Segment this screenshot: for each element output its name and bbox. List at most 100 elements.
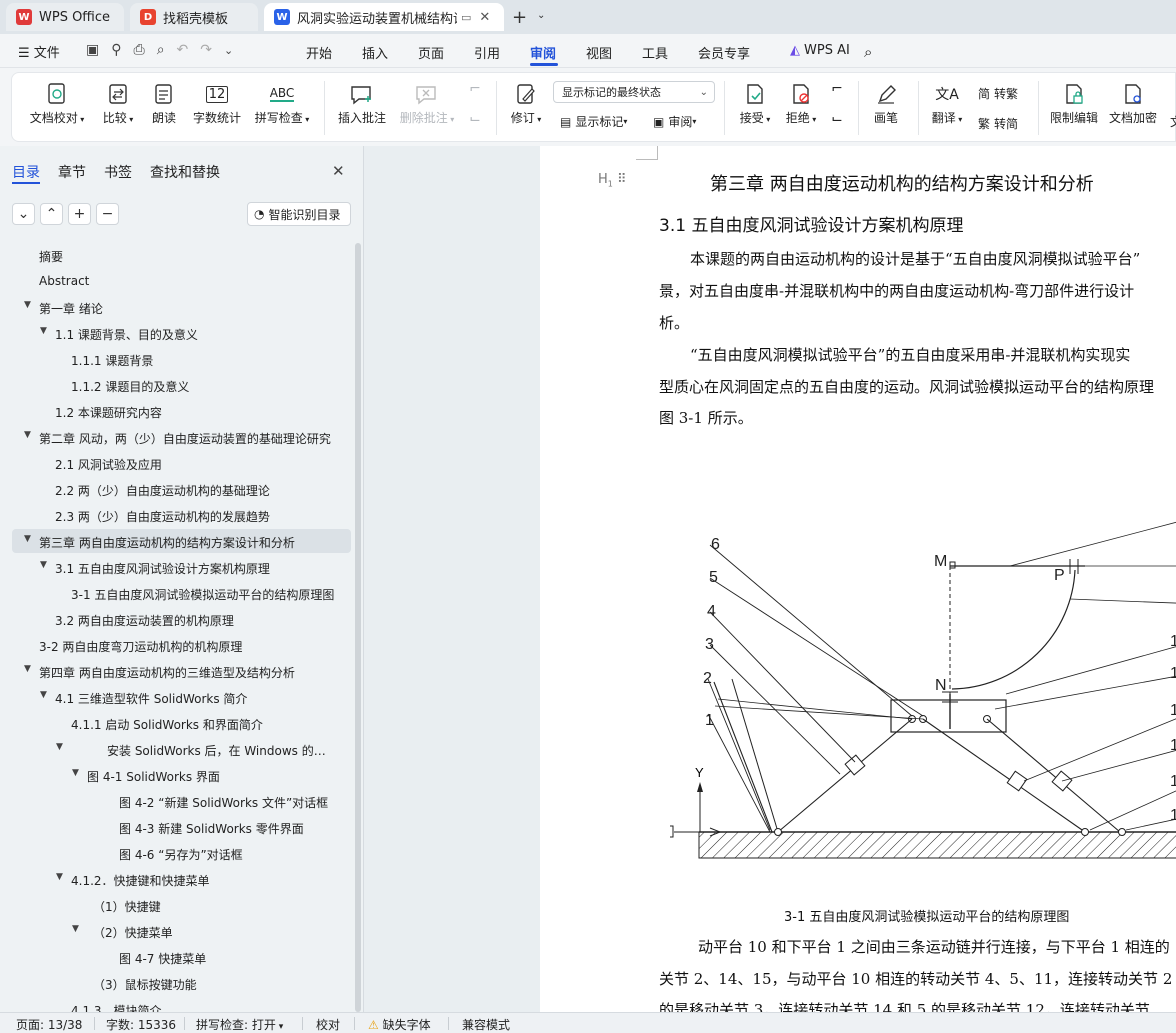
delete-comment-button[interactable]: 删除批注 ▾ xyxy=(396,79,458,126)
toc-item[interactable]: ▼ 4.1 三维造型软件 SolidWorks 简介 xyxy=(12,685,351,709)
toc-item[interactable]: ▼ 图 4-1 SolidWorks 界面 xyxy=(12,763,351,787)
new-tab-icon[interactable]: + xyxy=(512,7,527,28)
search-icon[interactable]: ⌕ xyxy=(864,43,872,61)
toc-item[interactable]: ▼ 3.1 五自由度风洞试验设计方案机构原理 xyxy=(12,555,351,579)
tab-wps-office[interactable]: W WPS Office xyxy=(6,3,124,31)
toc-item[interactable]: 3-2 两自由度弯刀运动机构的机构原理 xyxy=(12,633,351,657)
remove-heading-button[interactable]: − xyxy=(96,203,119,225)
share-icon[interactable]: ⚲ xyxy=(111,42,133,58)
toc-expand-arrow-icon[interactable]: ▼ xyxy=(56,872,63,882)
restrict-edit-button[interactable]: 限制编辑 xyxy=(1048,79,1100,126)
toc-item[interactable]: ▼ （2）快捷菜单 xyxy=(12,919,351,943)
redo-icon[interactable]: ↷ xyxy=(200,42,224,58)
toc-item[interactable]: 2.3 两（少）自由度运动机构的发展趋势 xyxy=(12,503,351,527)
compare-button[interactable]: 比较 ▾ xyxy=(98,79,138,126)
add-heading-button[interactable]: + xyxy=(68,203,91,225)
to-traditional-button[interactable]: 简转繁 xyxy=(978,85,1018,102)
read-aloud-button[interactable]: 朗读 xyxy=(148,79,180,126)
prev-change-button[interactable]: ⌐ xyxy=(824,81,850,97)
undo-icon[interactable]: ↶ xyxy=(177,42,201,58)
collapse-up-button[interactable]: ⌃ xyxy=(40,203,63,225)
screen-icon[interactable]: ▭ xyxy=(461,11,471,24)
toc-item[interactable]: 图 4-7 快捷菜单 xyxy=(12,945,351,969)
toc-scrollbar[interactable] xyxy=(355,243,361,1012)
word-count-indicator[interactable]: 字数: 15336 xyxy=(106,1016,176,1033)
toc-expand-arrow-icon[interactable]: ▼ xyxy=(24,534,31,544)
chevron-down-icon[interactable]: ⌄ xyxy=(537,10,545,21)
insert-comment-button[interactable]: 插入批注 xyxy=(334,79,390,126)
toc-item[interactable]: 图 4-6 “另存为”对话框 xyxy=(12,841,351,865)
menu-view[interactable]: 视图 xyxy=(586,43,612,62)
show-markup-button[interactable]: ▤ 显示标记 ▾ xyxy=(560,113,627,130)
file-menu[interactable]: ☰ 文件 xyxy=(18,42,60,61)
translate-button[interactable]: 文A 翻译 ▾ xyxy=(926,79,968,126)
toc-item[interactable]: Abstract xyxy=(12,269,351,293)
doc-encrypt-button[interactable]: 文档加密 xyxy=(1106,79,1160,126)
menu-tools[interactable]: 工具 xyxy=(642,43,668,62)
tab-chapters[interactable]: 章节 xyxy=(58,162,86,182)
toc-expand-arrow-icon[interactable]: ▼ xyxy=(72,924,79,934)
toc-item[interactable]: 2.1 风洞试验及应用 xyxy=(12,451,351,475)
spell-check-status[interactable]: 拼写检查: 打开 ▾ xyxy=(196,1016,283,1033)
wps-ai-button[interactable]: ◭ WPS AI xyxy=(790,43,850,58)
toc-item[interactable]: ▼ 第四章 两自由度运动机构的三维造型及结构分析 xyxy=(12,659,351,683)
menu-review[interactable]: 审阅 xyxy=(530,43,556,62)
toc-item[interactable]: 图 4-3 新建 SolidWorks 零件界面 xyxy=(12,815,351,839)
toc-item[interactable]: ▼ 安装 SolidWorks 后，在 Windows 的操作环境下 xyxy=(12,737,351,761)
toc-item[interactable]: 3.2 两自由度运动装置的机构原理 xyxy=(12,607,351,631)
toc-item[interactable]: ▼ 第一章 绪论 xyxy=(12,295,351,319)
smart-toc-button[interactable]: ◔ 智能识别目录 xyxy=(247,202,351,226)
toc-item[interactable]: 图 4-2 “新建 SolidWorks 文件”对话框 xyxy=(12,789,351,813)
pen-button[interactable]: 画笔 xyxy=(868,79,904,126)
menu-home[interactable]: 开始 xyxy=(306,43,332,62)
tab-current-document[interactable]: W 风洞实验运动装置机械结构设计 ▭ ✕ xyxy=(264,3,504,31)
expand-down-button[interactable]: ⌄ xyxy=(12,203,35,225)
word-count-button[interactable]: 12 字数统计 xyxy=(190,79,244,126)
print-icon[interactable]: ⎙ xyxy=(134,42,157,58)
toc-expand-arrow-icon[interactable]: ▼ xyxy=(24,664,31,674)
menu-insert[interactable]: 插入 xyxy=(362,43,388,62)
toc-item[interactable]: 1.2 本课题研究内容 xyxy=(12,399,351,423)
toc-expand-arrow-icon[interactable]: ▼ xyxy=(72,768,79,778)
toc-item[interactable]: ▼ 1.1 课题背景、目的及意义 xyxy=(12,321,351,345)
toc-expand-arrow-icon[interactable]: ▼ xyxy=(24,430,31,440)
toc-expand-arrow-icon[interactable]: ▼ xyxy=(24,300,31,310)
toc-item[interactable]: （1）快捷键 xyxy=(12,893,351,917)
tab-docer-templates[interactable]: D 找稻壳模板 xyxy=(130,3,258,31)
toc-expand-arrow-icon[interactable]: ▼ xyxy=(56,742,63,752)
next-change-button[interactable]: ⌙ xyxy=(824,111,850,127)
reject-button[interactable]: 拒绝 ▾ xyxy=(780,79,822,126)
tab-bookmarks[interactable]: 书签 xyxy=(104,162,132,182)
toc-item[interactable]: ▼ 第二章 风动，两（少）自由度运动装置的基础理论研究 xyxy=(12,425,351,449)
toc-expand-arrow-icon[interactable]: ▼ xyxy=(40,326,47,336)
tab-toc[interactable]: 目录 xyxy=(12,162,40,182)
chevron-down-icon[interactable]: ⌄ xyxy=(224,44,245,57)
toc-item[interactable]: （3）鼠标按键功能 xyxy=(12,971,351,995)
close-icon[interactable]: ✕ xyxy=(479,10,490,25)
toc-item[interactable]: 2.2 两（少）自由度运动机构的基础理论 xyxy=(12,477,351,501)
toc-item[interactable]: 4.1.3．模块简介 xyxy=(12,997,351,1012)
track-changes-button[interactable]: 修订 ▾ xyxy=(506,79,546,126)
save-icon[interactable]: ▣ xyxy=(86,42,111,58)
proof-status[interactable]: 校对 xyxy=(316,1016,340,1033)
menu-page[interactable]: 页面 xyxy=(418,43,444,62)
quick-access-toolbar[interactable]: ▣⚲⎙⌕↶↷⌄ xyxy=(86,42,245,58)
toc-item[interactable]: 3-1 五自由度风洞试验模拟运动平台的结构原理图 xyxy=(12,581,351,605)
toc-item[interactable]: 4.1.1 启动 SolidWorks 和界面简介 xyxy=(12,711,351,735)
review-pane-button[interactable]: ▣ 审阅 ▾ xyxy=(653,113,696,130)
menu-member[interactable]: 会员专享 xyxy=(698,43,750,62)
toc-expand-arrow-icon[interactable]: ▼ xyxy=(40,690,47,700)
toc-expand-arrow-icon[interactable]: ▼ xyxy=(40,560,47,570)
next-comment-button[interactable]: ⌙ xyxy=(462,111,488,127)
spell-check-button[interactable]: ABC 拼写检查 ▾ xyxy=(252,79,312,126)
toc-item[interactable]: ▼ 4.1.2．快捷键和快捷菜单 xyxy=(12,867,351,891)
missing-font-status[interactable]: ⚠ 缺失字体 xyxy=(368,1016,431,1033)
toc-item[interactable]: 摘要 xyxy=(12,243,351,267)
menu-references[interactable]: 引用 xyxy=(474,43,500,62)
prev-comment-button[interactable]: ⌐ xyxy=(462,81,488,97)
page-indicator[interactable]: 页面: 13/38 xyxy=(16,1016,82,1033)
heading-style-icon[interactable]: H1 ⠿ xyxy=(598,172,627,189)
doc-check-button[interactable]: 文档校对 ▾ xyxy=(29,79,85,126)
close-panel-icon[interactable]: ✕ xyxy=(332,162,345,180)
compat-mode-status[interactable]: 兼容模式 xyxy=(462,1016,510,1033)
